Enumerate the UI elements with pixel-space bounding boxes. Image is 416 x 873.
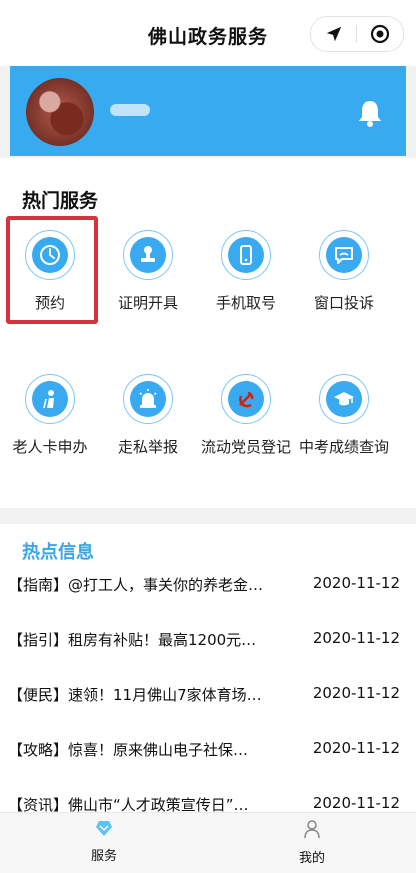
news-title: 【攻略】惊喜！原来佛山电子社保…: [8, 741, 249, 759]
bell-icon[interactable]: [356, 98, 384, 132]
party-emblem-icon: [228, 381, 264, 417]
tab-services[interactable]: 服务: [64, 819, 144, 864]
service-label: 窗口投诉: [313, 294, 374, 312]
service-label: 老人卡申办: [12, 438, 88, 456]
stamp-icon: [130, 237, 166, 273]
hot-info-card: 热点信息 【指南】@打工人，事关你的养老金… 2020-11-12 【指引】租房…: [0, 524, 416, 816]
chat-bubble-icon: [326, 237, 362, 273]
news-row[interactable]: 【指引】租房有补贴！最高1200元… 2020-11-12: [8, 629, 408, 653]
tab-label: 服务: [90, 849, 117, 864]
service-phone-ticket[interactable]: 手机取号: [196, 230, 296, 313]
hot-services-card: 热门服务 预约 证明开具 手机取号 窗口投诉 老人卡申办 走私举报 流动党员登记…: [0, 158, 416, 508]
service-elderly-card[interactable]: 老人卡申办: [0, 374, 100, 457]
news-title: 【指引】租房有补贴！最高1200元…: [8, 631, 257, 649]
news-date: 2020-11-12: [312, 684, 400, 702]
news-date: 2020-11-12: [312, 574, 400, 592]
graduation-cap-icon: [326, 381, 362, 417]
news-date: 2020-11-12: [312, 794, 400, 812]
username-blurred: [110, 104, 150, 116]
service-appointment[interactable]: 预约: [0, 230, 100, 313]
profile-banner[interactable]: [10, 66, 406, 156]
news-date: 2020-11-12: [312, 739, 400, 757]
top-bar: 佛山政务服务: [0, 0, 416, 66]
news-row[interactable]: 【指南】@打工人，事关你的养老金… 2020-11-12: [8, 574, 408, 598]
service-party-member[interactable]: 流动党员登记: [196, 374, 296, 457]
bottom-tab-bar: 服务 我的: [0, 812, 416, 873]
tab-mine[interactable]: 我的: [272, 819, 352, 866]
record-target-icon[interactable]: [357, 17, 402, 51]
service-complaint[interactable]: 窗口投诉: [294, 230, 394, 313]
service-label: 预约: [34, 294, 65, 312]
service-label: 走私举报: [117, 438, 178, 456]
news-row[interactable]: 【攻略】惊喜！原来佛山电子社保… 2020-11-12: [8, 739, 408, 763]
service-label: 证明开具: [117, 294, 178, 312]
service-smuggling-report[interactable]: 走私举报: [98, 374, 198, 457]
service-certificate[interactable]: 证明开具: [98, 230, 198, 313]
tab-label: 我的: [298, 851, 325, 866]
service-label: 中考成绩查询: [298, 438, 389, 456]
mini-program-capsule: [310, 16, 404, 52]
service-label: 流动党员登记: [200, 438, 291, 456]
heart-diamond-icon: [64, 819, 144, 841]
alarm-light-icon: [130, 381, 166, 417]
news-title: 【指南】@打工人，事关你的养老金…: [8, 576, 264, 594]
hot-services-title: 热门服务: [22, 190, 99, 212]
news-title: 【便民】速领！11月佛山7家体育场…: [8, 686, 262, 704]
phone-icon: [228, 237, 264, 273]
news-date: 2020-11-12: [312, 629, 400, 647]
elderly-icon: [32, 381, 68, 417]
clock-icon: [32, 237, 68, 273]
service-exam-score[interactable]: 中考成绩查询: [294, 374, 394, 457]
avatar[interactable]: [26, 78, 94, 146]
service-label: 手机取号: [215, 294, 276, 312]
user-icon: [272, 819, 352, 843]
hot-info-title: 热点信息: [22, 542, 94, 563]
news-row[interactable]: 【便民】速领！11月佛山7家体育场… 2020-11-12: [8, 684, 408, 708]
location-arrow-icon[interactable]: [311, 17, 356, 51]
